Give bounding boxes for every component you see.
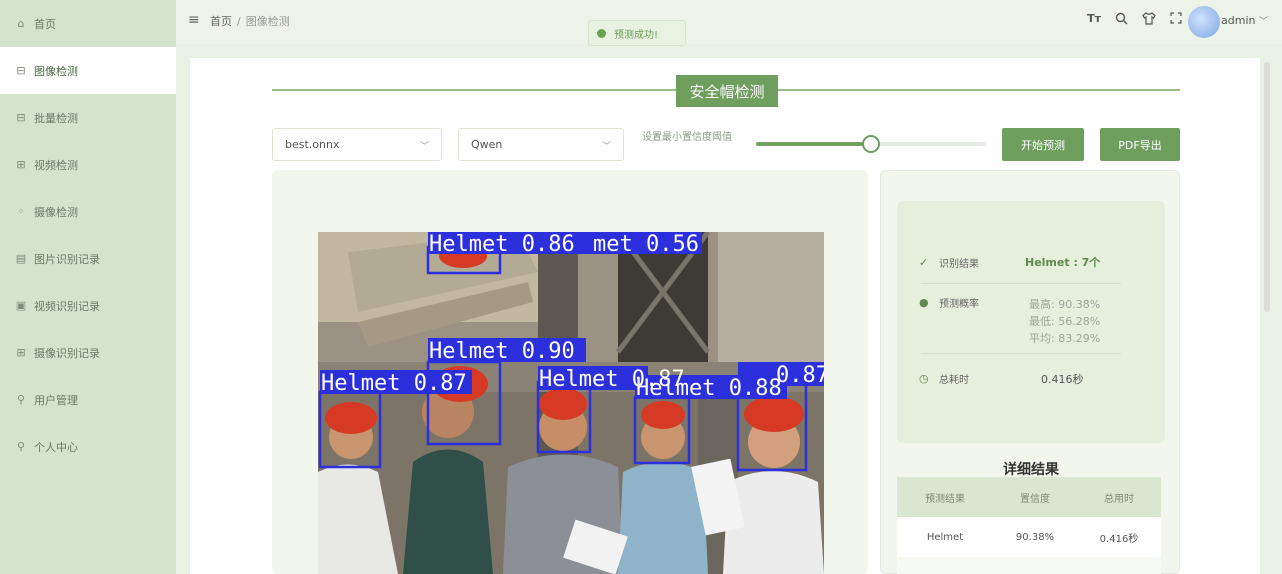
cell-time: 0.416秒 — [1099, 533, 1139, 545]
confidence-slider[interactable] — [756, 135, 986, 153]
menu-toggle-icon[interactable]: ≡ — [188, 12, 200, 28]
sidebar-item-label: 视频识别记录 — [34, 299, 100, 313]
clock-icon: ◷ — [919, 372, 929, 385]
video-records-icon: ▣ — [15, 299, 27, 312]
model-select-value: best.onnx — [285, 138, 340, 151]
confidence-label: 设置最小置信度阈值 — [642, 132, 732, 143]
avatar[interactable] — [1188, 6, 1220, 38]
sidebar-item-label: 视频检测 — [34, 158, 78, 172]
column-header: 总用时 — [1104, 493, 1134, 505]
probability-label: 预测概率 — [939, 299, 979, 310]
success-toast: 预测成功! — [588, 20, 686, 46]
check-icon: ✓ — [919, 256, 929, 269]
sidebar-item-video-records[interactable]: ▣ 视频识别记录 — [0, 282, 176, 329]
chevron-down-icon: ﹀ — [1258, 17, 1268, 27]
sidebar-item-video-detect[interactable]: ⊞ 视频检测 — [0, 141, 176, 188]
sidebar: ⌂ 首页 ⊟ 图像检测 ⊟ 批量检测 ⊞ 视频检测 ◦ 摄像检测 ▤ 图片识别记录 ▣ 视频识… — [0, 0, 176, 574]
chevron-down-icon: ﹀ — [601, 142, 611, 152]
table-row — [897, 557, 1161, 574]
success-icon — [597, 28, 606, 38]
probability-avg: 平均: 83.29% — [1029, 332, 1101, 345]
detail-table-header: 预测结果 置信度 总用时 — [897, 477, 1161, 517]
home-icon: ⌂ — [17, 17, 25, 30]
sidebar-item-label: 摄像识别记录 — [34, 346, 100, 360]
users-icon: ⚲ — [16, 393, 26, 406]
sidebar-item-camera-records[interactable]: ⊞ 摄像识别记录 — [0, 329, 176, 376]
toast-message: 预测成功! — [614, 29, 659, 41]
sidebar-item-home[interactable]: ⌂ 首页 — [0, 0, 176, 47]
probability-min: 最低: 56.28% — [1029, 315, 1101, 328]
sidebar-item-camera-detect[interactable]: ◦ 摄像检测 — [0, 188, 176, 235]
text-size-icon[interactable]: Tт — [1087, 12, 1101, 29]
detection-label: met 0.56 — [593, 232, 699, 257]
sidebar-item-user-management[interactable]: ⚲ 用户管理 — [0, 376, 176, 423]
sidebar-item-image-detect[interactable]: ⊟ 图像检测 — [0, 47, 176, 94]
breadcrumb: 首页 / 图像检测 — [210, 13, 290, 29]
sidebar-item-label: 首页 — [34, 17, 56, 31]
recognition-result-label: 识别结果 — [939, 259, 979, 270]
sidebar-item-label: 图像检测 — [34, 64, 78, 78]
detection-label: Helmet 0.90 — [429, 339, 575, 364]
sidebar-item-label: 图片识别记录 — [34, 252, 100, 266]
fullscreen-icon[interactable] — [1170, 12, 1182, 29]
cell-result: Helmet — [926, 531, 964, 543]
camera-icon: ◦ — [17, 205, 25, 218]
sidebar-item-label: 个人中心 — [34, 440, 78, 454]
sidebar-item-image-records[interactable]: ▤ 图片识别记录 — [0, 235, 176, 282]
camera-records-icon: ⊞ — [16, 346, 26, 359]
probability-max: 最高: 90.38% — [1029, 298, 1101, 311]
detection-label: 0.87 — [776, 363, 824, 388]
sidebar-item-label: 批量检测 — [34, 111, 78, 125]
username-menu[interactable]: admin ﹀ — [1221, 14, 1268, 27]
table-row[interactable]: Helmet 90.38% 0.416秒 — [897, 517, 1161, 557]
slider-fill — [756, 142, 871, 146]
breadcrumb-home[interactable]: 首页 — [210, 15, 232, 28]
pdf-export-button[interactable]: PDF导出 — [1100, 128, 1180, 161]
divider — [921, 283, 1121, 284]
column-header: 置信度 — [1020, 493, 1050, 505]
detection-image: Helmet 0.86 met 0.56 Helmet 0.90 Helmet … — [318, 232, 824, 574]
main-content: 安全帽检测 best.onnx ﹀ Qwen ﹀ 设置最小置信度阈值 开始预测 … — [190, 58, 1260, 574]
recognition-result-value: Helmet : 7个 — [1025, 256, 1101, 269]
recognition-result-row: ✓ 识别结果 — [919, 255, 979, 270]
llm-select-value: Qwen — [471, 138, 503, 151]
sidebar-item-label: 摄像检测 — [34, 205, 78, 219]
shirt-icon[interactable] — [1142, 12, 1156, 29]
divider — [921, 353, 1121, 354]
sidebar-item-profile[interactable]: ⚲ 个人中心 — [0, 423, 176, 470]
page-scrollbar[interactable] — [1264, 62, 1270, 312]
cell-confidence: 90.38% — [1015, 531, 1055, 543]
sidebar-item-label: 用户管理 — [34, 393, 78, 407]
location-pin-icon: ● — [919, 296, 929, 309]
probability-row: ● 预测概率 — [919, 295, 979, 310]
detection-label: Helmet 0.87 — [321, 371, 467, 396]
llm-select[interactable]: Qwen ﹀ — [458, 128, 624, 161]
user-icon: ⚲ — [16, 440, 26, 453]
breadcrumb-separator: / — [237, 15, 241, 28]
search-icon[interactable] — [1115, 12, 1128, 29]
breadcrumb-current: 图像检测 — [245, 15, 290, 28]
total-time-label: 总耗时 — [939, 375, 969, 386]
video-icon: ⊞ — [16, 158, 26, 171]
chevron-down-icon: ﹀ — [419, 142, 429, 152]
detection-label: Helmet 0.88 — [636, 376, 782, 401]
image-panel: Helmet 0.86 met 0.56 Helmet 0.90 Helmet … — [272, 170, 868, 574]
records-icon: ▤ — [15, 252, 27, 265]
detail-results-title: 详细结果 — [1003, 462, 1059, 478]
detection-label: Helmet 0.86 — [429, 232, 575, 257]
total-time-value: 0.416秒 — [1041, 373, 1084, 386]
model-select[interactable]: best.onnx ﹀ — [272, 128, 442, 161]
start-predict-button[interactable]: 开始预测 — [1002, 128, 1084, 161]
sidebar-item-batch-detect[interactable]: ⊟ 批量检测 — [0, 94, 176, 141]
image-icon: ⊟ — [16, 64, 26, 77]
slider-handle[interactable] — [862, 135, 880, 153]
result-panel: ✓ 识别结果 Helmet : 7个 ● 预测概率 最高: 90.38% 最低:… — [880, 170, 1180, 574]
total-time-row: ◷ 总耗时 — [919, 371, 969, 386]
page-title: 安全帽检测 — [676, 75, 778, 107]
username: admin — [1221, 14, 1256, 27]
column-header: 预测结果 — [925, 493, 965, 505]
batch-icon: ⊟ — [16, 111, 26, 124]
top-header: ≡ 首页 / 图像检测 Tт admin ﹀ — [176, 0, 1282, 44]
